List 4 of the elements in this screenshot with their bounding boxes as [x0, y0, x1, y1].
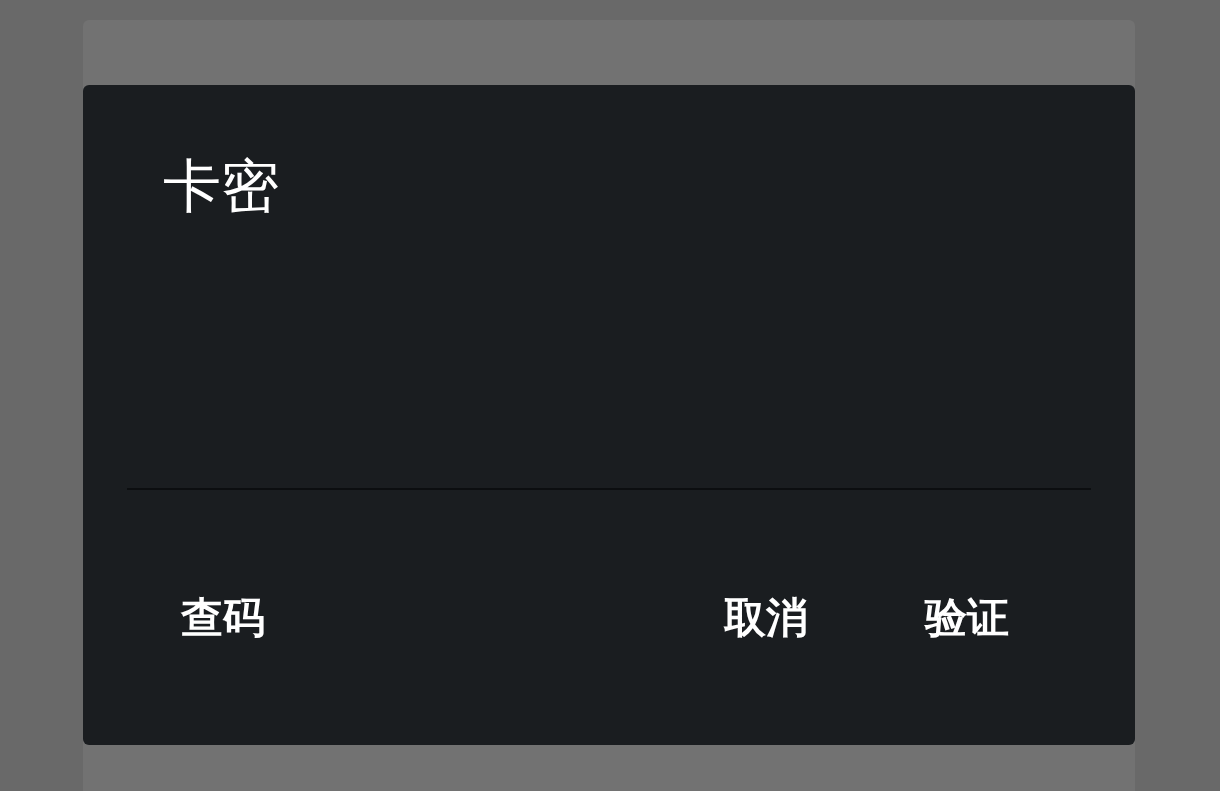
dialog-button[interactable]: 取消 [708, 585, 824, 651]
dialog-title: 卡密 [163, 157, 280, 215]
dialog-button[interactable]: 验证 [909, 585, 1025, 651]
dialog-button[interactable]: 查码 [165, 585, 281, 651]
